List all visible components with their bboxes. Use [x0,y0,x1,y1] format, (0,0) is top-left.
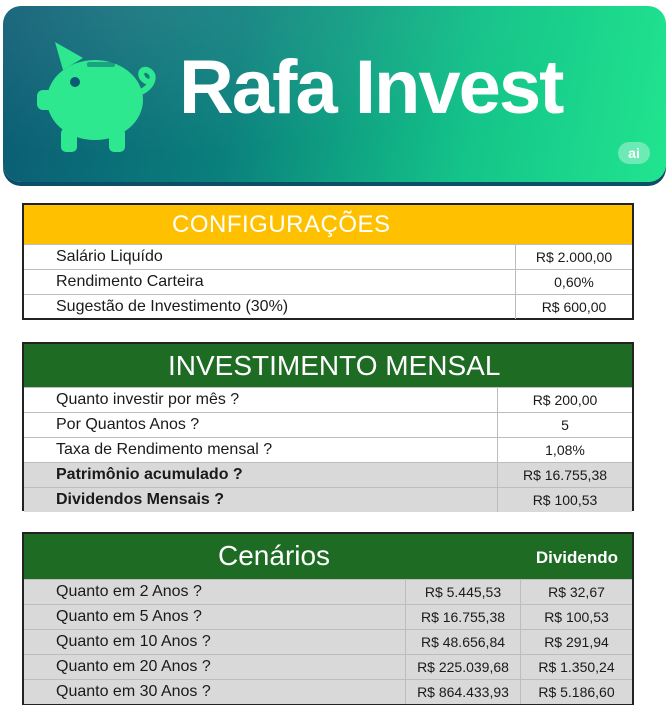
dividend-cell[interactable]: R$ 1.350,24 [520,655,632,679]
table-row: Quanto em 2 Anos ? R$ 5.445,53 R$ 32,67 [24,579,632,604]
total-cell[interactable]: R$ 225.039,68 [405,655,520,679]
ai-badge[interactable]: ai [618,142,650,164]
row-label: Sugestão de Investimento (30%) [56,298,289,315]
row-label: Quanto em 5 Anos ? [56,608,202,625]
row-label: Rendimento Carteira [56,273,204,290]
row-label: Dividendos Mensais ? [56,491,225,508]
portfolio-yield-cell[interactable]: 0,60% [515,270,632,294]
monthly-rate-cell[interactable]: 1,08% [497,438,632,462]
table-row: Por Quantos Anos ? 5 [24,412,632,437]
years-cell[interactable]: 5 [497,413,632,437]
dividend-column-header: Dividendo [535,548,618,567]
row-label: Salário Liquído [56,248,163,265]
row-label: Quanto em 30 Anos ? [56,683,211,700]
investment-header: INVESTIMENTO MENSAL [24,344,632,387]
table-row: Quanto em 30 Anos ? R$ 864.433,93 R$ 5.1… [24,679,632,704]
table-row: Quanto em 10 Anos ? R$ 48.656,84 R$ 291,… [24,629,632,654]
suggested-investment-cell[interactable]: R$ 600,00 [515,295,632,319]
total-cell[interactable]: R$ 5.445,53 [405,580,520,604]
row-label: Quanto em 2 Anos ? [56,583,202,600]
table-row: Rendimento Carteira 0,60% [24,269,632,294]
scenarios-table: Cenários Dividendo Quanto em 2 Anos ? R$… [22,532,634,705]
table-row: Sugestão de Investimento (30%) R$ 600,00 [24,294,632,319]
piggy-bank-icon [37,42,156,152]
dividend-cell[interactable]: R$ 100,53 [520,605,632,629]
dividend-cell[interactable]: R$ 291,94 [520,630,632,654]
config-title: CONFIGURAÇÕES [172,211,391,238]
monthly-amount-cell[interactable]: R$ 200,00 [497,388,632,412]
table-row: Taxa de Rendimento mensal ? 1,08% [24,437,632,462]
accumulated-wealth-cell[interactable]: R$ 16.755,38 [497,463,632,487]
config-table: CONFIGURAÇÕES Salário Liquído R$ 2.000,0… [22,203,634,320]
row-label: Taxa de Rendimento mensal ? [56,441,273,458]
scenarios-header: Cenários Dividendo [24,534,632,579]
brand-title: Rafa Invest [179,45,564,130]
total-cell[interactable]: R$ 864.433,93 [405,680,520,704]
row-label: Quanto investir por mês ? [56,391,240,408]
table-row: Quanto em 5 Anos ? R$ 16.755,38 R$ 100,5… [24,604,632,629]
scenarios-title: Cenários [218,540,331,571]
table-row: Salário Liquído R$ 2.000,00 [24,244,632,269]
table-row: Quanto em 20 Anos ? R$ 225.039,68 R$ 1.3… [24,654,632,679]
row-label: Por Quantos Anos ? [56,416,200,433]
salary-value-cell[interactable]: R$ 2.000,00 [515,245,632,269]
row-label: Quanto em 20 Anos ? [56,658,211,675]
brand-banner: Rafa Invest ai [3,6,666,182]
table-row: Dividendos Mensais ? R$ 100,53 [24,487,632,512]
investment-title: INVESTIMENTO MENSAL [168,350,501,381]
table-row: Patrimônio acumulado ? R$ 16.755,38 [24,462,632,487]
total-cell[interactable]: R$ 16.755,38 [405,605,520,629]
dividend-cell[interactable]: R$ 5.186,60 [520,680,632,704]
config-header: CONFIGURAÇÕES [24,205,632,244]
monthly-investment-table: INVESTIMENTO MENSAL Quanto investir por … [22,342,634,512]
row-label: Quanto em 10 Anos ? [56,633,211,650]
total-cell[interactable]: R$ 48.656,84 [405,630,520,654]
table-row: Quanto investir por mês ? R$ 200,00 [24,387,632,412]
monthly-dividends-cell[interactable]: R$ 100,53 [497,488,632,512]
row-label: Patrimônio acumulado ? [56,466,243,483]
dividend-cell[interactable]: R$ 32,67 [520,580,632,604]
